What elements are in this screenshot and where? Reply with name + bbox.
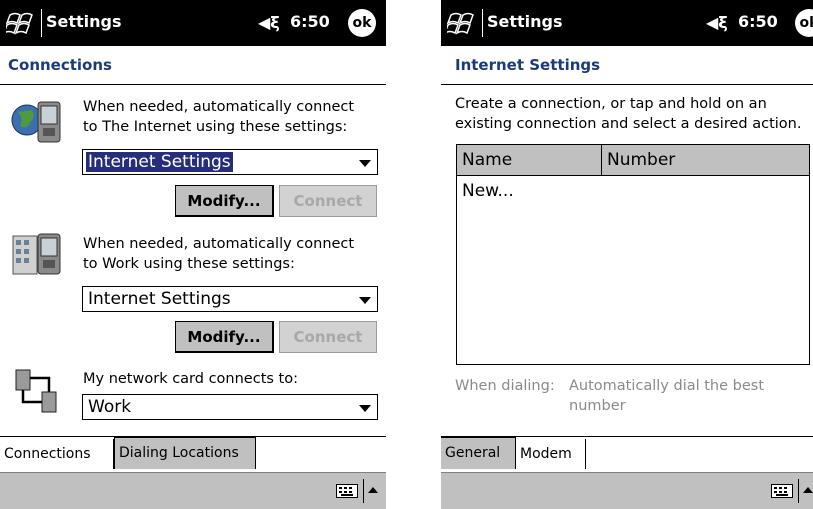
- title-separator: [41, 9, 42, 37]
- network-card-icon: [15, 369, 57, 413]
- title-separator: [482, 9, 483, 37]
- internet-dropdown-value: Internet Settings: [86, 152, 233, 172]
- tab-modem[interactable]: Modem: [516, 439, 586, 469]
- tab-dialing-locations[interactable]: Dialing Locations: [114, 437, 256, 469]
- internet-connect-button[interactable]: Connect: [279, 185, 377, 217]
- connections-list[interactable]: Name Number New...: [456, 144, 810, 365]
- work-modify-button[interactable]: Modify...: [175, 321, 274, 353]
- clock[interactable]: 6:50: [290, 12, 330, 31]
- app-title: Settings: [46, 12, 122, 31]
- work-description-line1: When needed, automatically connect: [83, 236, 355, 252]
- work-description-line2: to Work using these settings:: [83, 256, 295, 272]
- input-menu-arrow-icon[interactable]: [368, 487, 378, 493]
- keyboard-icon[interactable]: [771, 484, 793, 498]
- menu-bar: [441, 472, 813, 509]
- list-header: Name Number: [457, 145, 809, 176]
- input-menu-arrow-icon[interactable]: [803, 487, 813, 493]
- tab-connections[interactable]: Connections: [0, 439, 114, 469]
- list-item[interactable]: New...: [462, 181, 514, 201]
- column-separator: [601, 145, 602, 175]
- chevron-down-icon: [359, 297, 371, 304]
- ok-button[interactable]: ok: [348, 9, 376, 37]
- keyboard-icon[interactable]: [336, 484, 358, 498]
- column-header-name[interactable]: Name: [462, 150, 512, 170]
- internet-settings-screen: Settings ◀ξ 6:50 ok Internet Settings Cr…: [441, 0, 813, 509]
- internet-globe-device-icon: [11, 101, 61, 143]
- network-card-dropdown[interactable]: Work: [82, 394, 378, 420]
- start-menu-icon[interactable]: [447, 9, 477, 37]
- dialing-label: When dialing:: [455, 378, 555, 394]
- volume-icon[interactable]: ◀ξ: [706, 13, 728, 32]
- app-title: Settings: [487, 12, 563, 31]
- dialing-value-line1: Automatically dial the best: [569, 378, 765, 394]
- tab-bar: Connections Dialing Locations: [0, 436, 386, 473]
- network-dropdown-value: Work: [88, 397, 132, 417]
- internet-description-line1: When needed, automatically connect: [83, 99, 355, 115]
- menu-bar: [0, 472, 386, 509]
- page-header: Connections: [0, 46, 386, 85]
- menu-separator: [363, 479, 364, 503]
- instructions-line1: Create a connection, or tap and hold on …: [455, 96, 767, 112]
- tab-bar: General Modem: [441, 436, 813, 473]
- work-dropdown-value: Internet Settings: [88, 289, 231, 309]
- connections-screen: Settings ◀ξ 6:50 ok Connections When nee…: [0, 0, 386, 509]
- column-header-number[interactable]: Number: [607, 150, 675, 170]
- dialing-value-line2: number: [569, 398, 626, 414]
- page-header: Internet Settings: [441, 46, 813, 85]
- start-menu-icon[interactable]: [6, 9, 36, 37]
- page-title: Internet Settings: [455, 56, 601, 74]
- volume-icon[interactable]: ◀ξ: [258, 13, 280, 32]
- instructions-line2: existing connection and select a desired…: [455, 116, 802, 132]
- internet-description-line2: to The Internet using these settings:: [83, 119, 348, 135]
- network-card-label: My network card connects to:: [83, 371, 298, 387]
- title-bar: Settings ◀ξ 6:50 ok: [441, 0, 813, 46]
- work-connect-button[interactable]: Connect: [279, 321, 377, 353]
- menu-separator: [798, 479, 799, 503]
- ok-button[interactable]: ok: [795, 9, 813, 37]
- work-building-device-icon: [12, 233, 61, 275]
- work-settings-dropdown[interactable]: Internet Settings: [82, 286, 378, 312]
- chevron-down-icon: [359, 160, 371, 167]
- title-bar: Settings ◀ξ 6:50 ok: [0, 0, 386, 46]
- tab-general[interactable]: General: [441, 437, 516, 469]
- chevron-down-icon: [359, 405, 371, 412]
- page-title: Connections: [8, 56, 112, 74]
- internet-modify-button[interactable]: Modify...: [175, 185, 274, 217]
- internet-settings-dropdown[interactable]: Internet Settings: [82, 149, 378, 175]
- clock[interactable]: 6:50: [738, 12, 778, 31]
